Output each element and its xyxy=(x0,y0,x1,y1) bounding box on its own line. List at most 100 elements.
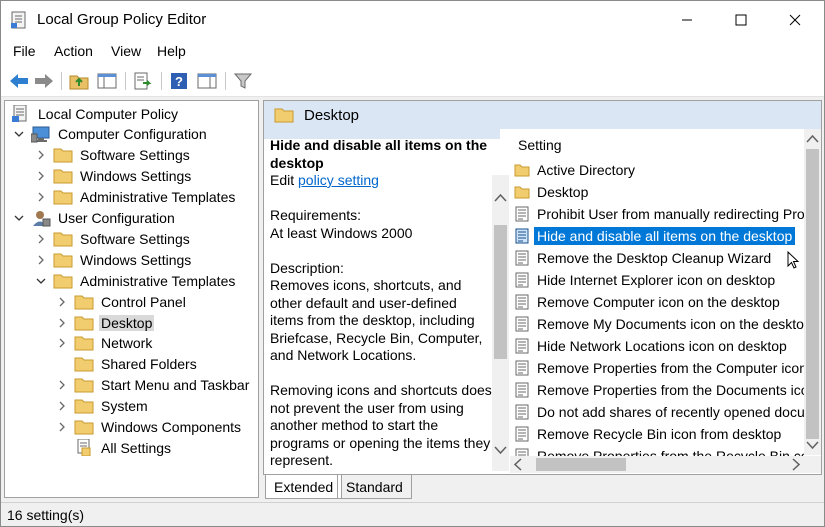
setting-row[interactable]: Remove My Documents icon on the desktop xyxy=(514,313,804,335)
description-scrollbar[interactable] xyxy=(492,175,509,471)
tree-item[interactable]: Windows Settings xyxy=(33,249,193,270)
tree-item-label: Administrative Templates xyxy=(80,189,236,206)
setting-row[interactable]: Do not add shares of recently opened doc… xyxy=(514,401,804,423)
setting-row[interactable]: Remove the Desktop Cleanup Wizard xyxy=(514,247,804,269)
setting-folder-row[interactable]: Active Directory xyxy=(514,159,804,181)
chevron-right-icon[interactable] xyxy=(33,252,49,268)
chevron-right-icon[interactable] xyxy=(33,147,49,163)
policy-setting-icon xyxy=(514,228,530,244)
tree-item-label: Windows Components xyxy=(101,419,242,435)
tree-item[interactable]: Network xyxy=(54,333,154,354)
back-button[interactable] xyxy=(7,69,31,93)
menu-view[interactable]: View xyxy=(111,43,141,59)
tree-item[interactable]: Computer Configuration xyxy=(11,124,209,145)
tree-item[interactable]: Control Panel xyxy=(54,291,188,312)
computer-icon xyxy=(31,126,51,143)
menu-action[interactable]: Action xyxy=(54,43,93,59)
maximize-button[interactable] xyxy=(718,1,764,39)
pane-header: Desktop xyxy=(264,101,821,129)
setting-label: Remove the Desktop Cleanup Wizard xyxy=(537,250,772,266)
tree-item[interactable]: Administrative Templates xyxy=(33,187,237,208)
setting-folder-row[interactable]: Desktop xyxy=(514,181,804,203)
setting-row[interactable]: Remove Recycle Bin icon from desktop xyxy=(514,423,804,445)
setting-row[interactable]: Prohibit User from manually redirecting … xyxy=(514,203,804,225)
details-pane: Desktop Hide and disable all items on th… xyxy=(263,100,822,475)
description-scroll-thumb[interactable] xyxy=(494,225,507,359)
view-tabs: Extended Standard xyxy=(263,475,822,499)
toolbar-separator xyxy=(225,72,226,90)
action-pane-icon xyxy=(197,73,217,89)
chevron-down-icon[interactable] xyxy=(33,273,49,289)
policy-setting-icon xyxy=(514,360,530,376)
chevron-right-icon[interactable] xyxy=(54,398,70,414)
tree-item-label: Start Menu and Taskbar xyxy=(101,377,250,394)
setting-row[interactable]: Hide and disable all items on the deskto… xyxy=(514,225,804,247)
tree-item[interactable]: All Settings xyxy=(54,437,173,458)
menu-help[interactable]: Help xyxy=(157,43,186,59)
chevron-right-icon[interactable] xyxy=(54,315,70,331)
settings-scroll-thumb[interactable] xyxy=(806,149,819,439)
policy-setting-icon xyxy=(514,294,530,310)
chevron-down-icon[interactable] xyxy=(11,126,27,142)
tree-item[interactable]: Start Menu and Taskbar xyxy=(54,375,251,396)
forward-button[interactable] xyxy=(32,69,56,93)
folder-icon xyxy=(74,335,94,352)
title-bar: Local Group Policy Editor xyxy=(1,1,824,39)
setting-row[interactable]: Hide Internet Explorer icon on desktop xyxy=(514,269,804,291)
filter-button[interactable] xyxy=(231,69,255,93)
tree-item[interactable]: Software Settings xyxy=(33,145,192,166)
close-button[interactable] xyxy=(772,1,818,39)
setting-row[interactable]: Remove Properties from the Computer icon… xyxy=(514,357,804,379)
mouse-cursor-icon xyxy=(787,251,799,269)
horizontal-scroll-thumb[interactable] xyxy=(536,458,626,471)
tree-item[interactable]: Desktop xyxy=(54,312,155,333)
setting-label: Remove Properties from the Computer icon… xyxy=(537,360,804,376)
tree-item-label: Windows Settings xyxy=(80,251,192,268)
help-button[interactable]: ? xyxy=(167,69,191,93)
tree-item[interactable]: Shared Folders xyxy=(54,354,199,375)
main-window: Local Group Policy Editor File Action Vi… xyxy=(0,0,825,527)
folder-icon xyxy=(74,419,94,436)
setting-row[interactable]: Remove Computer icon on the desktop xyxy=(514,291,804,313)
tree-item[interactable]: System xyxy=(54,396,150,417)
tree-item[interactable]: Software Settings xyxy=(33,228,192,249)
policy-setting-link[interactable]: policy setting xyxy=(298,172,379,188)
tab-extended[interactable]: Extended xyxy=(265,475,343,499)
column-header-setting[interactable]: Setting xyxy=(518,137,562,153)
settings-horizontal-scrollbar[interactable] xyxy=(510,456,804,473)
chevron-right-icon[interactable] xyxy=(54,419,70,435)
tree-item[interactable]: Administrative Templates xyxy=(33,270,237,291)
setting-row[interactable]: Hide Network Locations icon on desktop xyxy=(514,335,804,357)
tab-standard[interactable]: Standard xyxy=(337,475,412,499)
chevron-right-icon[interactable] xyxy=(54,294,70,310)
tree-item[interactable]: Local Computer Policy xyxy=(7,103,180,124)
console-tree-icon xyxy=(97,73,117,89)
menu-file[interactable]: File xyxy=(13,43,36,59)
chevron-right-icon[interactable] xyxy=(54,335,70,351)
tree-item[interactable]: Windows Settings xyxy=(33,166,193,187)
folder-icon xyxy=(53,272,73,289)
chevron-right-icon[interactable] xyxy=(33,189,49,205)
show-hide-tree-button[interactable] xyxy=(95,69,119,93)
chevron-right-icon[interactable] xyxy=(33,168,49,184)
chevron-right-icon[interactable] xyxy=(33,231,49,247)
settings-vertical-scrollbar[interactable] xyxy=(804,129,821,455)
up-one-level-button[interactable] xyxy=(67,69,91,93)
show-hide-action-pane-button[interactable] xyxy=(195,69,219,93)
setting-label: Remove Properties from the Documents ico… xyxy=(537,382,804,398)
minimize-button[interactable] xyxy=(664,1,710,39)
tree-item-label: Shared Folders xyxy=(101,356,197,373)
description-extra-text: Removing icons and shortcuts does not pr… xyxy=(270,382,492,468)
pane-header-title: Desktop xyxy=(304,107,360,124)
setting-label: Hide Internet Explorer icon on desktop xyxy=(537,272,776,288)
status-bar: 16 setting(s) xyxy=(1,502,824,526)
folder-icon xyxy=(53,230,73,247)
tree-item[interactable]: Windows Components xyxy=(54,417,243,438)
chevron-right-icon[interactable] xyxy=(54,377,70,393)
extended-description: Hide and disable all items on the deskto… xyxy=(270,137,492,474)
chevron-down-icon[interactable] xyxy=(11,210,27,226)
tree-item[interactable]: User Configuration xyxy=(11,208,177,229)
setting-row[interactable]: Remove Properties from the Documents ico… xyxy=(514,379,804,401)
export-list-button[interactable] xyxy=(131,69,155,93)
